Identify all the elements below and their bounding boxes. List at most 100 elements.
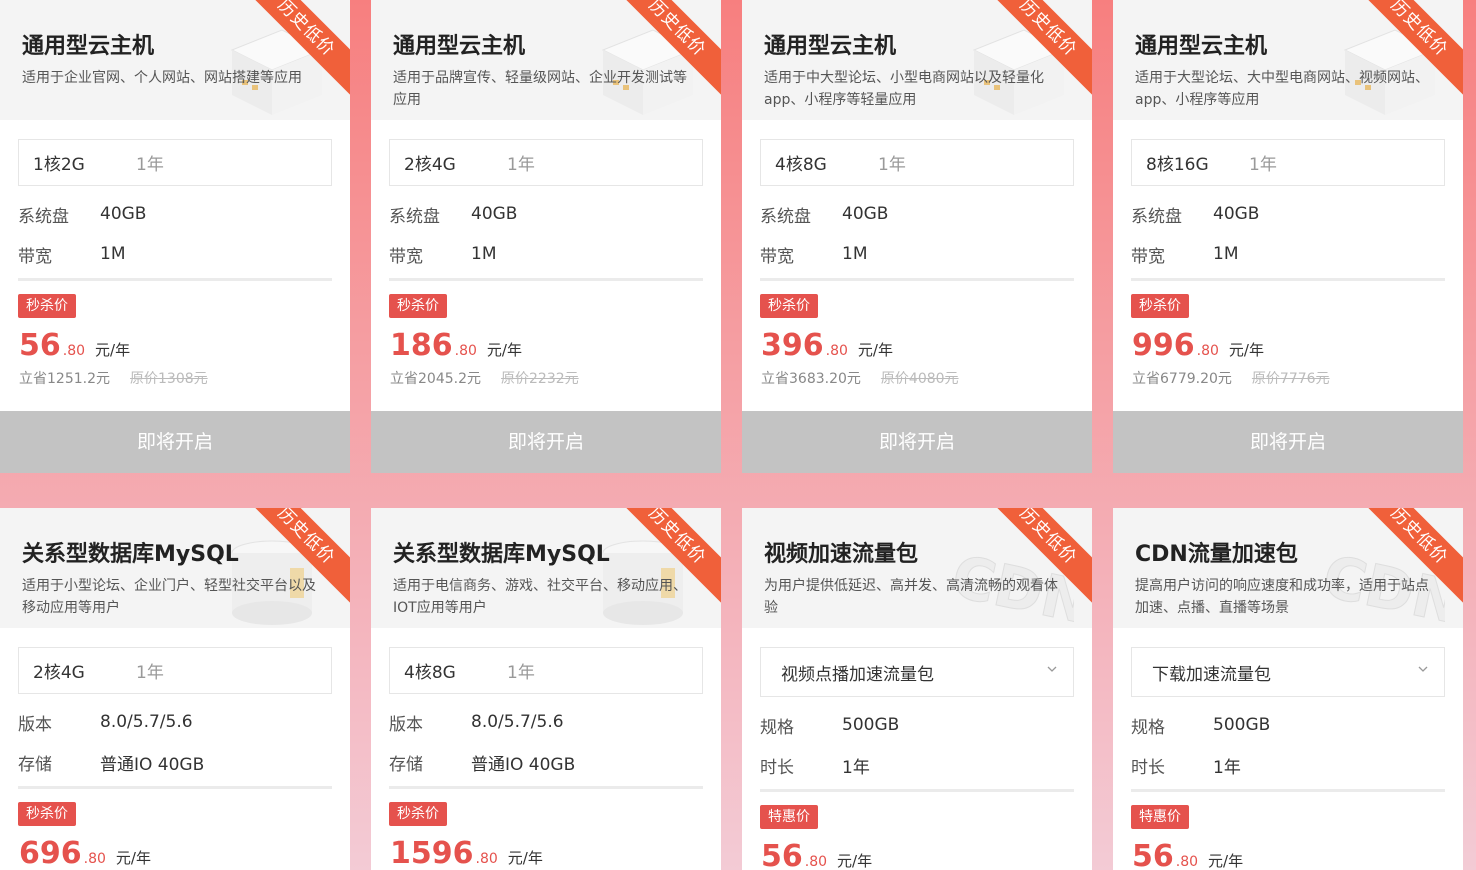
card-header: 历史低价 关系型数据库MySQL 适用于小型论坛、企业门户、轻型社交平台以及移动… [0, 508, 350, 628]
spec-row-bandwidth: 带宽 1M [760, 234, 1074, 274]
price-unit: 元/年 [857, 341, 893, 359]
product-card-mysql-2c4g: 历史低价 关系型数据库MySQL 适用于小型论坛、企业门户、轻型社交平台以及移动… [0, 508, 350, 870]
spec-row-duration: 时长 1年 [760, 745, 1074, 785]
price: 186 .80 元/年 [390, 328, 721, 363]
price-decimal: .80 [454, 343, 477, 359]
spec-value: 普通IO 40GB [471, 754, 576, 775]
spec-value: 40GB [1213, 204, 1260, 224]
savings-line: 立省3683.20元 原价4080元 [761, 368, 1092, 388]
chevron-down-icon [1418, 666, 1428, 672]
spec-label: 规格 [760, 717, 794, 738]
package-select[interactable]: 下载加速流量包 [1131, 647, 1445, 697]
config-value: 1核2G [33, 155, 85, 175]
price-decimal: .80 [1175, 854, 1199, 870]
spec-value: 1年 [842, 757, 870, 778]
package-select[interactable]: 视频点播加速流量包 [760, 647, 1074, 697]
config-selector[interactable]: 1核2G 1年 [18, 139, 332, 186]
config-value: 2核4G [404, 155, 456, 175]
spec-row-disk: 系统盘 40GB [18, 194, 332, 234]
price: 56 .80 元/年 [761, 839, 1092, 870]
card-header: 历史低价 通用型云主机 适用于大型论坛、大中型电商网站、视频网站、app、小程序… [1113, 0, 1463, 120]
coming-soon-button[interactable]: 即将开启 [371, 411, 721, 473]
card-description: 适用于电信商务、游戏、社交平台、移动应用、IOT应用等用户 [393, 578, 687, 616]
product-card-mysql-4c8g: 历史低价 关系型数据库MySQL 适用于电信商务、游戏、社交平台、移动应用、IO… [371, 508, 721, 870]
spec-row-size: 规格 500GB [1131, 705, 1445, 745]
price-decimal: .80 [83, 851, 106, 867]
original-price: 原价4080元 [880, 371, 959, 387]
price: 56 .80 元/年 [19, 328, 350, 363]
spec-label: 系统盘 [389, 206, 440, 227]
price-integer: 56 [19, 328, 61, 363]
config-selector[interactable]: 4核8G 1年 [389, 647, 703, 694]
card-description: 适用于小型论坛、企业门户、轻型社交平台以及移动应用等用户 [22, 578, 316, 616]
price-unit: 元/年 [1228, 341, 1264, 359]
coming-soon-button[interactable]: 即将开启 [0, 411, 350, 473]
config-selector[interactable]: 4核8G 1年 [760, 139, 1074, 186]
spec-row-bandwidth: 带宽 1M [389, 234, 703, 274]
spec-value: 40GB [100, 204, 147, 224]
price: 56 .80 元/年 [1132, 839, 1463, 870]
spec-value: 40GB [471, 204, 518, 224]
spec-row-bandwidth: 带宽 1M [18, 234, 332, 274]
divider [760, 789, 1074, 792]
duration-value: 1年 [136, 155, 164, 175]
coming-soon-button[interactable]: 即将开启 [1113, 411, 1463, 473]
spec-row-disk: 系统盘 40GB [1131, 194, 1445, 234]
price-decimal: .80 [1196, 343, 1219, 359]
divider [18, 278, 332, 281]
divider [1131, 789, 1445, 792]
savings-amount: 立省2045.2元 [390, 371, 481, 387]
card-title: 关系型数据库MySQL [393, 542, 610, 567]
spec-value: 1M [842, 244, 868, 264]
config-selector[interactable]: 8核16G 1年 [1131, 139, 1445, 186]
spec-row-size: 规格 500GB [760, 705, 1074, 745]
savings-line: 立省1251.2元 原价1308元 [19, 368, 350, 388]
package-select-value: 下载加速流量包 [1152, 664, 1271, 685]
flash-sale-tag: 秒杀价 [1131, 294, 1189, 318]
spec-label: 系统盘 [760, 206, 811, 227]
original-price: 原价2232元 [501, 371, 579, 387]
divider [389, 278, 703, 281]
special-price-tag: 特惠价 [760, 805, 818, 829]
flash-sale-tag: 秒杀价 [760, 294, 818, 318]
spec-value: 1M [1213, 244, 1239, 264]
spec-value: 8.0/5.7/5.6 [471, 712, 564, 732]
spec-label: 带宽 [389, 246, 423, 267]
spec-value: 8.0/5.7/5.6 [100, 712, 193, 732]
card-header: 历史低价 通用型云主机 适用于品牌宣传、轻量级网站、企业开发测试等应用 [371, 0, 721, 120]
price: 996 .80 元/年 [1132, 328, 1463, 363]
spec-row-version: 版本 8.0/5.7/5.6 [389, 702, 703, 742]
product-card-cdn-acceleration: CDN 历史低价 CDN流量加速包 提高用户访问的响应速度和成功率，适用于站点加… [1113, 508, 1463, 870]
config-selector[interactable]: 2核4G 1年 [18, 647, 332, 694]
price-unit: 元/年 [507, 849, 543, 867]
flash-sale-tag: 秒杀价 [389, 802, 447, 826]
config-selector[interactable]: 2核4G 1年 [389, 139, 703, 186]
card-title: 视频加速流量包 [764, 542, 919, 567]
divider [389, 786, 703, 789]
original-price: 原价1308元 [130, 371, 208, 387]
card-description: 提高用户访问的响应速度和成功率，适用于站点加速、点播、直播等场景 [1135, 578, 1429, 616]
price-integer: 996 [1132, 328, 1195, 363]
price-unit: 元/年 [486, 341, 522, 359]
spec-row-disk: 系统盘 40GB [389, 194, 703, 234]
spec-label: 带宽 [1131, 246, 1165, 267]
duration-value: 1年 [507, 155, 535, 175]
spec-label: 带宽 [760, 246, 794, 267]
card-title: 通用型云主机 [393, 34, 526, 59]
spec-value: 1M [100, 244, 126, 264]
card-title: CDN流量加速包 [1135, 542, 1298, 567]
card-title: 通用型云主机 [22, 34, 155, 59]
spec-label: 规格 [1131, 717, 1165, 738]
price-integer: 396 [761, 328, 824, 363]
special-price-tag: 特惠价 [1131, 805, 1189, 829]
spec-label: 存储 [18, 754, 52, 775]
spec-row-storage: 存储 普通IO 40GB [389, 742, 703, 782]
divider [760, 278, 1074, 281]
divider [18, 786, 332, 789]
product-card-cloud-4c8g: 历史低价 通用型云主机 适用于中大型论坛、小型电商网站以及轻量化app、小程序等… [742, 0, 1092, 473]
config-value: 4核8G [775, 155, 827, 175]
spec-label: 版本 [18, 714, 52, 735]
price-integer: 186 [390, 328, 453, 363]
coming-soon-button[interactable]: 即将开启 [742, 411, 1092, 473]
duration-value: 1年 [507, 663, 535, 683]
